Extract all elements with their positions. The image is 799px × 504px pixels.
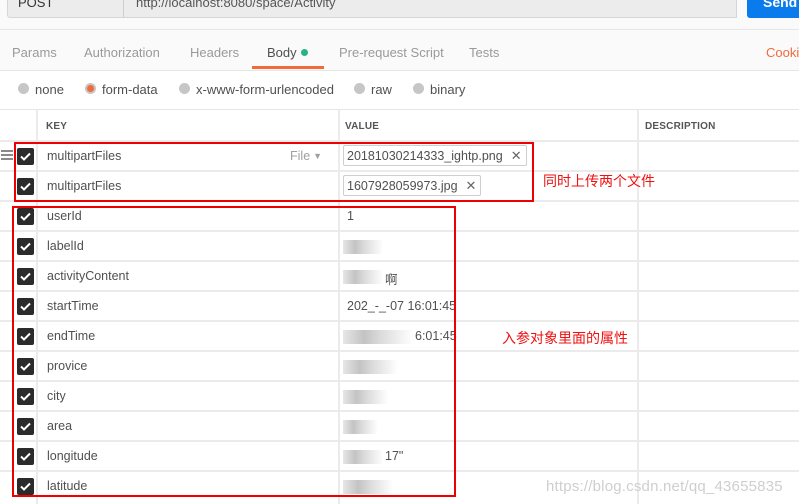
body-type-selector: none form-data x-www-form-urlencoded raw… — [0, 71, 799, 109]
radio-label: none — [35, 82, 64, 97]
status-dot-icon — [300, 49, 308, 56]
column-header-value: VALUE — [345, 121, 380, 132]
radio-label: raw — [371, 82, 392, 97]
annotation-box-params — [12, 206, 456, 497]
tab-tests[interactable]: Tests — [469, 45, 499, 60]
annotation-files-note: 同时上传两个文件 — [543, 173, 655, 189]
cookies-link[interactable]: Cookies — [766, 45, 799, 60]
watermark: https://blog.csdn.net/qq_43655835 — [546, 478, 783, 495]
tab-body-label: Body — [267, 45, 297, 60]
radio-none[interactable]: none — [18, 82, 64, 97]
tab-headers[interactable]: Headers — [190, 45, 239, 60]
tab-authorization[interactable]: Authorization — [84, 45, 160, 60]
radio-binary[interactable]: binary — [413, 82, 466, 97]
annotation-params-note: 入参对象里面的属性 — [502, 330, 628, 346]
send-button[interactable]: Send — [747, 0, 799, 18]
column-header-key: KEY — [46, 121, 68, 132]
radio-raw[interactable]: raw — [354, 82, 392, 97]
radio-label: binary — [430, 82, 466, 97]
postman-request-window: POST ▾ http://localhost:8080/space/Activ… — [0, 0, 799, 504]
tab-body[interactable]: Body — [267, 45, 308, 60]
request-tabs: Params Authorization Headers Body Pre-re… — [0, 36, 799, 70]
method-select[interactable]: POST ▾ — [7, 0, 124, 18]
radio-form-data[interactable]: form-data — [85, 82, 158, 97]
radio-unselected-icon — [179, 83, 190, 94]
tab-params[interactable]: Params — [12, 45, 57, 60]
tab-pre-request-script[interactable]: Pre-request Script — [339, 45, 444, 60]
drag-handle-icon[interactable] — [1, 150, 13, 162]
radio-unselected-icon — [18, 83, 29, 94]
radio-selected-icon — [85, 83, 96, 94]
radio-label: x-www-form-urlencoded — [196, 82, 334, 97]
chevron-down-icon: ▾ — [106, 0, 111, 2]
column-header-description: DESCRIPTION — [645, 121, 716, 132]
radio-unselected-icon — [354, 83, 365, 94]
divider — [0, 29, 799, 30]
radio-label: form-data — [102, 82, 158, 97]
annotation-box-files — [14, 142, 534, 202]
active-tab-indicator — [252, 66, 324, 69]
url-input[interactable]: http://localhost:8080/space/Activity — [123, 0, 737, 18]
radio-unselected-icon — [413, 83, 424, 94]
method-label: POST — [18, 0, 54, 10]
radio-x-www-form-urlencoded[interactable]: x-www-form-urlencoded — [179, 82, 334, 97]
